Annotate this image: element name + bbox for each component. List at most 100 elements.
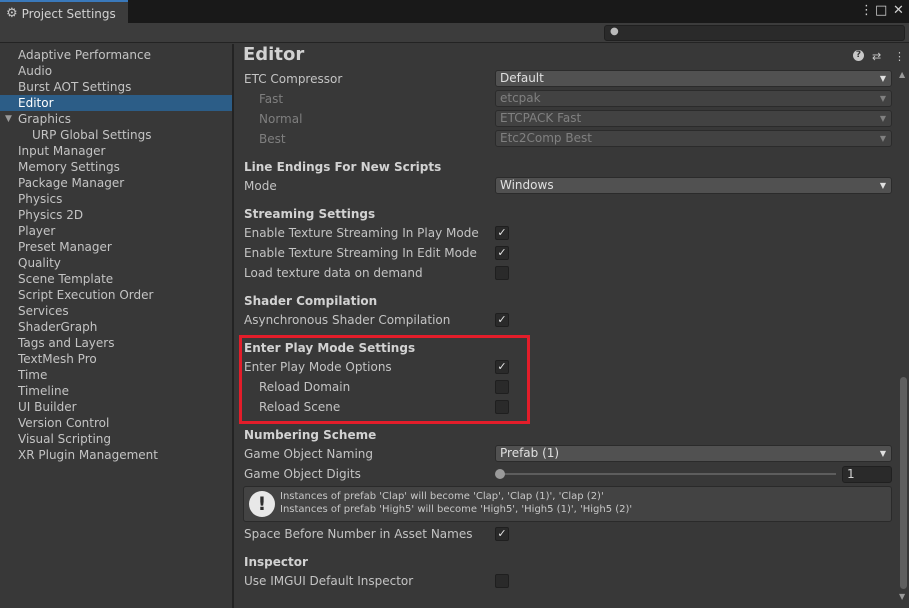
sidebar-item-label: Editor bbox=[18, 96, 54, 110]
streaming-play-mode-label: Enable Texture Streaming In Play Mode bbox=[244, 226, 479, 240]
sidebar-item[interactable]: Preset Manager bbox=[0, 239, 232, 255]
sidebar-item-label: Audio bbox=[18, 64, 53, 78]
help-icon[interactable]: ? bbox=[853, 50, 864, 61]
sidebar-item[interactable]: Quality bbox=[0, 255, 232, 271]
sidebar-item-label: Burst AOT Settings bbox=[18, 80, 132, 94]
sidebar-item[interactable]: Services bbox=[0, 303, 232, 319]
maximize-icon[interactable]: □ bbox=[875, 3, 887, 19]
sidebar-item-label: Adaptive Performance bbox=[18, 48, 151, 62]
chevron-down-icon: ▼ bbox=[879, 94, 886, 103]
sidebar-item[interactable]: TextMesh Pro bbox=[0, 351, 232, 367]
sidebar-item[interactable]: XR Plugin Management bbox=[0, 447, 232, 463]
chevron-down-icon: ▼ bbox=[879, 74, 886, 83]
naming-dropdown[interactable]: Prefab (1) ▼ bbox=[495, 445, 892, 462]
space-before-number-checkbox[interactable]: ✓ bbox=[495, 527, 509, 541]
sidebar-item-label: TextMesh Pro bbox=[18, 352, 97, 366]
sidebar-item-label: Package Manager bbox=[18, 176, 125, 190]
etc-fast-label: Fast bbox=[259, 92, 284, 106]
sidebar-item[interactable]: Adaptive Performance bbox=[0, 47, 232, 63]
tab-project-settings[interactable]: ⚙ Project Settings bbox=[0, 0, 128, 25]
play-mode-options-checkbox[interactable]: ✓ bbox=[495, 360, 509, 374]
streaming-play-mode-checkbox[interactable]: ✓ bbox=[495, 226, 509, 240]
sidebar-item-label: Player bbox=[18, 224, 56, 238]
play-mode-header: Enter Play Mode Settings bbox=[244, 341, 416, 355]
async-shader-checkbox[interactable]: ✓ bbox=[495, 313, 509, 327]
sidebar-item[interactable]: Player bbox=[0, 223, 232, 239]
sidebar-item[interactable]: Memory Settings bbox=[0, 159, 232, 175]
reload-scene-checkbox[interactable] bbox=[495, 400, 509, 414]
sidebar-item-label: Visual Scripting bbox=[18, 432, 111, 446]
dropdown-value: Etc2Comp Best bbox=[500, 131, 592, 145]
sidebar-item-label: XR Plugin Management bbox=[18, 448, 158, 462]
more-icon[interactable]: ⋮ bbox=[860, 3, 873, 19]
load-on-demand-checkbox[interactable] bbox=[495, 266, 509, 280]
etc-best-label: Best bbox=[259, 132, 286, 146]
sidebar-item[interactable]: Package Manager bbox=[0, 175, 232, 191]
page-title: Editor bbox=[243, 44, 305, 65]
sidebar-item-label: Graphics bbox=[18, 112, 71, 126]
chevron-down-icon: ▼ bbox=[879, 114, 886, 123]
sidebar-item[interactable]: Editor bbox=[0, 95, 232, 111]
sidebar-item[interactable]: Tags and Layers bbox=[0, 335, 232, 351]
sidebar-item-label: Tags and Layers bbox=[18, 336, 115, 350]
imgui-checkbox[interactable] bbox=[495, 574, 509, 588]
chevron-down-icon: ▼ bbox=[879, 449, 886, 458]
sidebar-item-label: URP Global Settings bbox=[32, 128, 152, 142]
scroll-up-icon[interactable]: ▲ bbox=[899, 70, 905, 79]
sidebar-item[interactable]: Scene Template bbox=[0, 271, 232, 287]
shader-compilation-header: Shader Compilation bbox=[244, 294, 378, 308]
sidebar-item[interactable]: Burst AOT Settings bbox=[0, 79, 232, 95]
etc-compressor-dropdown[interactable]: Default ▼ bbox=[495, 70, 892, 87]
dropdown-value: Prefab (1) bbox=[500, 446, 560, 460]
etc-compressor-label: ETC Compressor bbox=[244, 72, 343, 86]
sidebar-item[interactable]: URP Global Settings bbox=[0, 127, 232, 143]
sidebar-item[interactable]: Version Control bbox=[0, 415, 232, 431]
mode-label: Mode bbox=[244, 179, 277, 193]
sidebar-item[interactable]: Physics 2D bbox=[0, 207, 232, 223]
sidebar-item[interactable]: Timeline bbox=[0, 383, 232, 399]
etc-normal-label: Normal bbox=[259, 112, 303, 126]
close-icon[interactable]: ✕ bbox=[893, 3, 904, 19]
sidebar-item-label: Time bbox=[18, 368, 48, 382]
digits-label: Game Object Digits bbox=[244, 467, 361, 481]
sidebar-item[interactable]: ▼ Graphics bbox=[0, 111, 232, 127]
reload-scene-label: Reload Scene bbox=[259, 400, 341, 414]
sidebar-item[interactable]: Input Manager bbox=[0, 143, 232, 159]
help-line-2: Instances of prefab 'High5' will become … bbox=[280, 504, 633, 515]
sidebar-item[interactable]: Audio bbox=[0, 63, 232, 79]
reload-domain-checkbox[interactable] bbox=[495, 380, 509, 394]
warning-icon: ! bbox=[249, 491, 275, 517]
inspector-header: Inspector bbox=[244, 555, 308, 569]
more-icon[interactable]: ⋮ bbox=[894, 50, 905, 63]
sidebar-item-label: Input Manager bbox=[18, 144, 106, 158]
streaming-edit-mode-checkbox[interactable]: ✓ bbox=[495, 246, 509, 260]
sidebar-item-label: Quality bbox=[18, 256, 61, 270]
sidebar-item[interactable]: Physics bbox=[0, 191, 232, 207]
digits-slider-track[interactable] bbox=[500, 473, 836, 475]
sidebar-item-label: Timeline bbox=[18, 384, 70, 398]
sidebar-item[interactable]: Visual Scripting bbox=[0, 431, 232, 447]
help-line-1: Instances of prefab 'Clap' will become '… bbox=[280, 491, 604, 502]
dropdown-value: Windows bbox=[500, 178, 554, 192]
line-endings-mode-dropdown[interactable]: Windows ▼ bbox=[495, 177, 892, 194]
sidebar-item-label: Memory Settings bbox=[18, 160, 120, 174]
sidebar-item-label: ShaderGraph bbox=[18, 320, 98, 334]
toolbar: ● bbox=[0, 23, 909, 43]
gear-icon: ⚙ bbox=[6, 6, 18, 21]
sidebar-item[interactable]: Time bbox=[0, 367, 232, 383]
scrollbar-thumb[interactable] bbox=[900, 377, 907, 589]
sidebar-item[interactable]: ShaderGraph bbox=[0, 319, 232, 335]
editor-panel: Editor ? ⇄ ⋮ ETC Compressor Default ▼ Fa… bbox=[234, 44, 909, 608]
scroll-down-icon[interactable]: ▼ bbox=[899, 592, 905, 601]
sidebar-item-label: Scene Template bbox=[18, 272, 114, 286]
preset-icon[interactable]: ⇄ bbox=[872, 50, 881, 63]
space-before-number-label: Space Before Number in Asset Names bbox=[244, 527, 473, 541]
digits-field[interactable]: 1 bbox=[842, 466, 892, 483]
sidebar-item[interactable]: UI Builder bbox=[0, 399, 232, 415]
sidebar-item-label: Physics bbox=[18, 192, 63, 206]
search-input[interactable]: ● bbox=[604, 25, 905, 41]
sidebar-item[interactable]: Script Execution Order bbox=[0, 287, 232, 303]
digits-slider-handle[interactable] bbox=[495, 469, 505, 479]
load-on-demand-label: Load texture data on demand bbox=[244, 266, 423, 280]
expand-arrow-icon[interactable]: ▼ bbox=[5, 111, 12, 127]
